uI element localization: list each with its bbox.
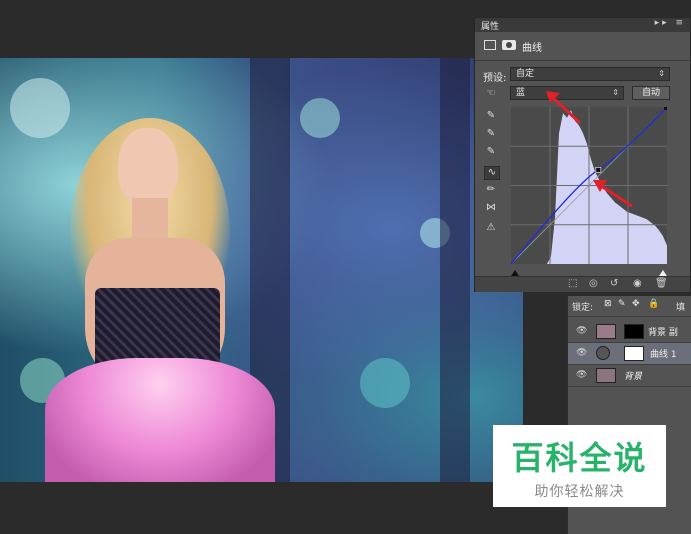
lock-label: 锁定:	[572, 303, 594, 313]
adjustment-title: 曲线	[522, 43, 542, 54]
layer-name: 背景 副	[648, 328, 678, 338]
input-slider-svg	[511, 270, 667, 276]
layer-thumbnail	[596, 368, 616, 383]
layer-row[interactable]: 👁 背景 副	[568, 321, 691, 343]
reset-icon[interactable]: ↺	[610, 278, 618, 289]
layer-name: 曲线 1	[650, 350, 677, 360]
smooth-curve-icon[interactable]: ⋈	[484, 202, 498, 214]
fill-label: 填	[676, 303, 686, 313]
input-slider[interactable]	[511, 266, 667, 276]
bokeh-light	[360, 358, 410, 408]
eye-icon[interactable]: 👁	[576, 326, 587, 336]
eye-icon[interactable]: 👁	[576, 348, 587, 358]
layer-thumbnail	[596, 324, 616, 339]
eye-icon[interactable]: 👁	[576, 370, 587, 380]
curve-end-point	[664, 107, 667, 110]
lock-transparent-icon[interactable]: ⊠	[604, 299, 612, 309]
preset-select[interactable]: 自定 ⇕	[510, 67, 670, 81]
curve-edit-icon[interactable]: ∿	[484, 166, 500, 180]
lock-all-icon[interactable]: 🔒	[648, 299, 659, 309]
auto-button[interactable]: 自动	[632, 86, 670, 100]
properties-tab[interactable]: 属性	[481, 19, 499, 32]
curves-adjustment-icon[interactable]	[484, 40, 496, 50]
adjustment-layer-icon	[596, 346, 610, 360]
arrow-shaft	[597, 182, 633, 208]
pencil-draw-icon[interactable]: ✏	[484, 184, 498, 196]
annotation-arrow-curve	[593, 180, 633, 208]
woman-pink-skirt	[45, 358, 275, 482]
select-arrow-icon: ⇕	[612, 88, 619, 97]
bokeh-light	[300, 98, 340, 138]
channel-value: 蓝	[516, 88, 526, 98]
delete-icon[interactable]: 🗑	[655, 278, 668, 289]
layer-mask-thumbnail[interactable]	[624, 346, 644, 361]
watermark-subtitle: 助你轻松解决	[534, 484, 625, 500]
layer-row-selected[interactable]: 👁 曲线 1	[568, 343, 691, 365]
select-arrow-icon: ⇕	[658, 69, 665, 78]
tree-trunk	[440, 58, 470, 482]
properties-tabbar: 属性 ▸▸ ≡	[475, 18, 690, 32]
layer-name: 背景	[624, 372, 643, 382]
watermark-logo: 百科全说 助你轻松解决	[493, 425, 666, 507]
watermark-title: 百科全说	[511, 439, 648, 477]
clip-to-layer-icon[interactable]: ⬚	[568, 278, 577, 289]
canvas-photo[interactable]	[0, 58, 523, 482]
layer-mask-thumbnail[interactable]	[624, 324, 644, 339]
properties-bottom-bar: ⬚ ◎ ↺ ◉ 🗑	[475, 276, 690, 292]
layer-row[interactable]: 👁 背景	[568, 365, 691, 387]
properties-panel: 属性 ▸▸ ≡ 曲线 预设: 自定 ⇕ ☜ 蓝 ⇕ 自动 ✎ ✎ ✎ ∿ ✏ ⋈…	[474, 17, 691, 292]
annotation-arrow-channel	[546, 91, 582, 125]
gray-eyedropper-icon[interactable]: ✎	[484, 128, 498, 140]
lock-position-icon[interactable]: ✥	[632, 299, 640, 309]
visibility-icon[interactable]: ◉	[633, 278, 642, 289]
on-image-adjust-icon[interactable]: ☜	[484, 88, 498, 100]
view-previous-state-icon[interactable]: ◎	[589, 278, 598, 289]
woman-face	[118, 128, 178, 208]
black-eyedropper-icon[interactable]: ✎	[484, 110, 498, 122]
clipping-warning-icon[interactable]: ⚠	[484, 222, 498, 234]
lock-pixels-icon[interactable]: ✎	[618, 299, 626, 309]
arrow-shaft	[548, 93, 582, 125]
layer-mask-icon[interactable]	[502, 40, 516, 50]
preset-value: 自定	[516, 69, 535, 79]
panel-menu-icon[interactable]: ▸▸ ≡	[655, 18, 686, 28]
white-eyedropper-icon[interactable]: ✎	[484, 146, 498, 158]
lock-row: 锁定: ⊠ ✎ ✥ 🔒 填	[568, 296, 691, 317]
preset-label: 预设:	[483, 73, 507, 84]
bokeh-light	[10, 78, 70, 138]
